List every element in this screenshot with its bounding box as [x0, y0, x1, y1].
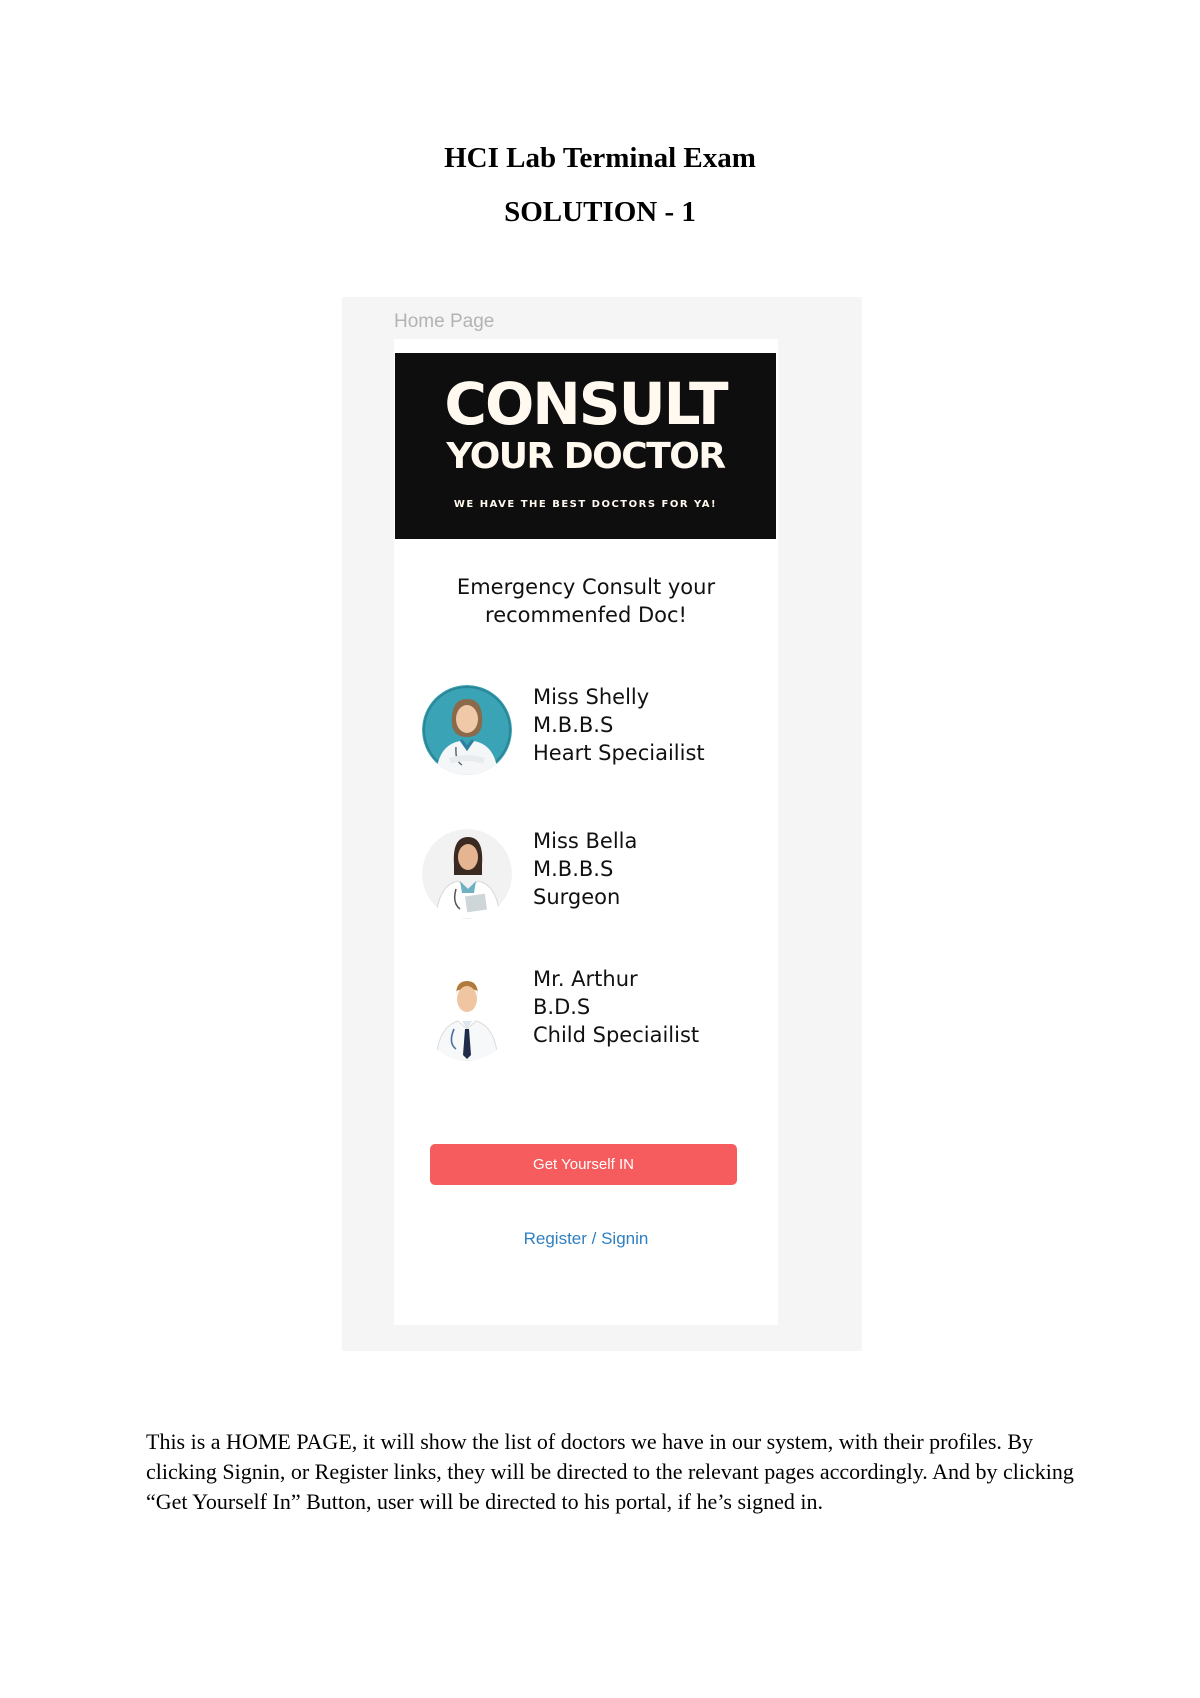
document-subtitle: SOLUTION - 1: [504, 196, 696, 228]
emergency-line-1: Emergency Consult your: [456, 575, 716, 599]
banner-subheadline: YOUR DOCTOR: [446, 436, 726, 477]
doctor-specialty: Heart Speciailist: [533, 741, 705, 765]
doctor-avatar: [422, 829, 512, 919]
emergency-line-2: recommenfed Doc!: [485, 603, 687, 627]
doctor-name: Mr. Arthur: [533, 967, 638, 991]
doctor-degree: M.B.B.S: [533, 857, 614, 881]
doctor-portrait-icon: [422, 685, 512, 775]
doctor-card-arthur[interactable]: Mr. Arthur B.D.S Child Speciailist: [394, 959, 778, 1069]
doctor-avatar: [422, 971, 512, 1061]
page-description: This is a HOME PAGE, it will show the li…: [146, 1429, 1074, 1514]
hero-banner: CONSULT YOUR DOCTOR WE HAVE THE BEST DOC…: [395, 353, 776, 539]
doctor-degree: M.B.B.S: [533, 713, 614, 737]
home-screen: CONSULT YOUR DOCTOR WE HAVE THE BEST DOC…: [394, 339, 778, 1325]
doctor-info: Miss Bella M.B.B.S Surgeon: [533, 827, 637, 911]
emergency-text: Emergency Consult your recommenfed Doc!: [394, 573, 778, 629]
mockup-frame: Home Page CONSULT YOUR DOCTOR WE HAVE TH…: [342, 297, 862, 1351]
doctor-portrait-icon: [422, 971, 512, 1061]
register-signin-link[interactable]: Register / Signin: [394, 1229, 778, 1249]
doctor-specialty: Child Speciailist: [533, 1023, 700, 1047]
doctor-degree: B.D.S: [533, 995, 591, 1019]
document-title: HCI Lab Terminal Exam: [444, 142, 756, 174]
doctor-name: Miss Shelly: [533, 685, 650, 709]
banner-headline: CONSULT: [444, 370, 728, 438]
doctor-card-bella[interactable]: Miss Bella M.B.B.S Surgeon: [394, 817, 778, 927]
doctor-name: Miss Bella: [533, 829, 638, 853]
get-yourself-in-button[interactable]: Get Yourself IN: [430, 1144, 737, 1185]
doctor-avatar: [422, 685, 512, 775]
banner-tagline: WE HAVE THE BEST DOCTORS FOR YA!: [453, 499, 718, 510]
doctor-info: Miss Shelly M.B.B.S Heart Speciailist: [533, 683, 705, 767]
doctor-info: Mr. Arthur B.D.S Child Speciailist: [533, 965, 699, 1049]
doctor-specialty: Surgeon: [533, 885, 621, 909]
doctor-card-shelly[interactable]: Miss Shelly M.B.B.S Heart Speciailist: [394, 673, 778, 783]
frame-label: Home Page: [394, 311, 495, 332]
doctor-portrait-icon: [422, 829, 512, 919]
